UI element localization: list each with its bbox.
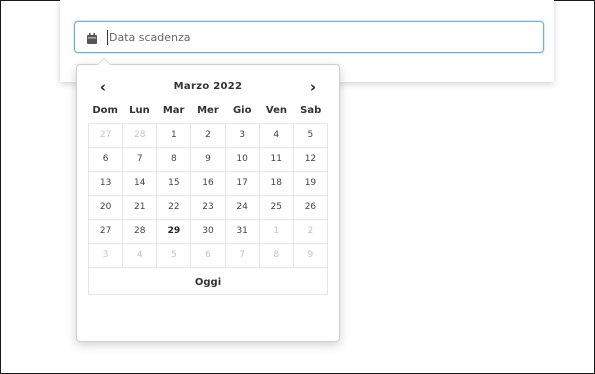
day-cell[interactable]: 9 (191, 148, 226, 172)
day-cell[interactable]: 15 (157, 172, 192, 196)
datepicker-header: ‹ Marzo 2022 › (88, 78, 328, 98)
weekday-label: Mar (162, 105, 185, 116)
week-row: 27 28 1 2 3 4 5 (89, 124, 328, 148)
day-cell[interactable]: 23 (191, 196, 226, 220)
calendar-icon (87, 31, 97, 44)
day-cell-other-month[interactable]: 9 (293, 244, 328, 268)
day-cell[interactable]: 14 (123, 172, 158, 196)
day-cell[interactable]: 12 (293, 148, 328, 172)
text-cursor (107, 30, 108, 45)
day-cell-today[interactable]: 29 (157, 220, 192, 244)
datepicker-popup: ‹ Marzo 2022 › Dom Lun Mar Mer Gio Ven S… (76, 58, 340, 342)
weekday-header-row: Dom Lun Mar Mer Gio Ven Sab (88, 102, 328, 120)
day-cell-other-month[interactable]: 2 (293, 220, 328, 244)
day-cell[interactable]: 31 (225, 220, 260, 244)
weekday-label: Dom (92, 105, 118, 116)
day-cell[interactable]: 16 (191, 172, 226, 196)
day-cell[interactable]: 21 (123, 196, 158, 220)
day-cell-other-month[interactable]: 3 (89, 244, 124, 268)
day-cell[interactable]: 11 (259, 148, 294, 172)
week-row: 6 7 8 9 10 11 12 (89, 148, 328, 172)
due-date-input[interactable]: Data scadenza (74, 21, 544, 53)
day-cell[interactable]: 20 (89, 196, 124, 220)
day-cell[interactable]: 8 (157, 148, 192, 172)
month-year-title[interactable]: Marzo 2022 (128, 81, 288, 92)
day-cell-other-month[interactable]: 27 (89, 124, 124, 148)
day-cell[interactable]: 3 (225, 124, 260, 148)
day-cell[interactable]: 19 (293, 172, 328, 196)
week-row: 27 28 29 30 31 1 2 (89, 220, 328, 244)
datepicker-body: ‹ Marzo 2022 › Dom Lun Mar Mer Gio Ven S… (88, 78, 328, 295)
day-cell-other-month[interactable]: 7 (225, 244, 260, 268)
weekday-label: Sab (300, 105, 322, 116)
day-cell[interactable]: 5 (293, 124, 328, 148)
day-cell[interactable]: 4 (259, 124, 294, 148)
day-cell-other-month[interactable]: 8 (259, 244, 294, 268)
day-cell-other-month[interactable]: 5 (157, 244, 192, 268)
day-cell-other-month[interactable]: 1 (259, 220, 294, 244)
day-cell[interactable]: 10 (225, 148, 260, 172)
day-cell-other-month[interactable]: 4 (123, 244, 158, 268)
day-cell[interactable]: 28 (123, 220, 158, 244)
week-row: 20 21 22 23 24 25 26 (89, 196, 328, 220)
week-row: 13 14 15 16 17 18 19 (89, 172, 328, 196)
weekday-label: Gio (232, 105, 252, 116)
day-cell[interactable]: 7 (123, 148, 158, 172)
day-cell[interactable]: 2 (191, 124, 226, 148)
day-cell-other-month[interactable]: 6 (191, 244, 226, 268)
day-cell[interactable]: 17 (225, 172, 260, 196)
day-cell[interactable]: 24 (225, 196, 260, 220)
day-cell[interactable]: 26 (293, 196, 328, 220)
due-date-placeholder: Data scadenza (109, 31, 191, 44)
today-row: Oggi (88, 268, 328, 295)
day-cell[interactable]: 13 (89, 172, 124, 196)
popup-pointer (97, 58, 111, 65)
prev-month-button[interactable]: ‹ (88, 78, 118, 98)
day-cell[interactable]: 1 (157, 124, 192, 148)
day-cell-other-month[interactable]: 28 (123, 124, 158, 148)
next-month-button[interactable]: › (298, 78, 328, 98)
day-cell[interactable]: 30 (191, 220, 226, 244)
weekday-label: Ven (265, 105, 287, 116)
today-button[interactable]: Oggi (195, 277, 221, 288)
weekday-label: Mer (197, 105, 219, 116)
day-cell[interactable]: 27 (89, 220, 124, 244)
day-cell[interactable]: 22 (157, 196, 192, 220)
day-cell[interactable]: 6 (89, 148, 124, 172)
day-cell[interactable]: 25 (259, 196, 294, 220)
week-row: 3456789 (89, 244, 328, 268)
day-cell[interactable]: 18 (259, 172, 294, 196)
weekday-label: Lun (129, 105, 150, 116)
day-grid: 27 28 1 2 3 4 5 6 7 8 9 10 11 12 13 14 15 16 17 18 19 20 21 22 2… (88, 123, 328, 268)
